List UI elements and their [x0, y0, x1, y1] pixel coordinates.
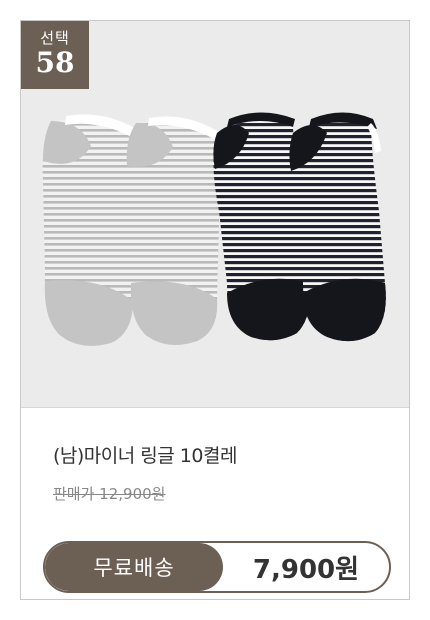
original-price: 판매가 12,900원 [53, 485, 166, 503]
sale-price: 7,900원 [252, 554, 360, 585]
gray-sock-right [126, 116, 225, 345]
divider [21, 407, 409, 408]
product-card[interactable]: 선택 58 (남)마이너 링글 10켤레 판매가 12,900원 무료배송 7,… [20, 20, 410, 600]
selection-badge: 선택 58 [21, 21, 89, 89]
price-pill[interactable]: 무료배송 7,900원 [43, 541, 391, 593]
free-shipping-label: 무료배송 [45, 543, 223, 591]
product-name[interactable]: (남)마이너 링글 10켤레 [53, 441, 237, 468]
badge-number: 58 [35, 46, 75, 79]
badge-label: 선택 [40, 29, 70, 47]
